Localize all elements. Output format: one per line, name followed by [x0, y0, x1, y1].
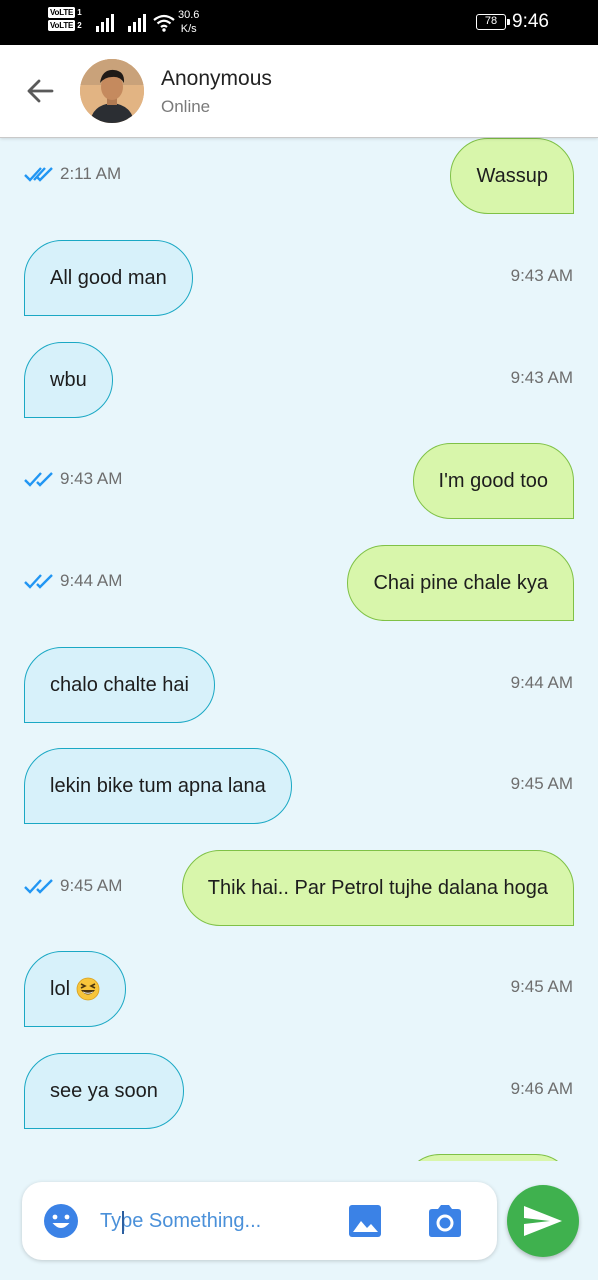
incoming-message[interactable]: lol: [24, 951, 127, 1027]
message-input[interactable]: [100, 1202, 330, 1240]
incoming-message[interactable]: chalo chalte hai: [24, 647, 215, 723]
message-time: 9:45 AM: [24, 876, 122, 896]
signal-2-icon: [128, 14, 146, 32]
message-time: 9:44 AM: [510, 673, 573, 692]
volte-2-label: VoLTE: [48, 20, 76, 31]
message-row: 9:45 AM Thik hai.. Par Petrol tujhe dala…: [0, 850, 598, 928]
message-row-partial: [0, 1154, 598, 1161]
double-check-icon: [24, 879, 53, 894]
incoming-message[interactable]: wbu: [24, 342, 113, 418]
send-button[interactable]: [507, 1185, 579, 1257]
message-time: 9:43 AM: [510, 266, 573, 285]
message-time: 2:11 AM: [24, 164, 121, 184]
chat-header: Anonymous Online: [0, 45, 598, 138]
clock: 9:46: [512, 11, 549, 32]
contact-name[interactable]: Anonymous: [161, 67, 272, 91]
message-row: lol 9:45 AM: [0, 951, 598, 1029]
incoming-message[interactable]: lekin bike tum apna lana: [24, 748, 292, 824]
text-cursor: [122, 1211, 124, 1234]
message-row: see ya soon 9:46 AM: [0, 1053, 598, 1131]
send-icon: [524, 1206, 562, 1236]
double-check-icon: [24, 472, 53, 487]
double-check-icon: [24, 167, 53, 182]
message-time-label: 9:44 AM: [60, 571, 123, 590]
battery-icon: 78: [476, 14, 510, 30]
message-row: lekin bike tum apna lana 9:45 AM: [0, 748, 598, 826]
outgoing-message-partial[interactable]: [402, 1154, 574, 1161]
image-icon[interactable]: [347, 1203, 383, 1239]
contact-status: Online: [161, 97, 211, 116]
message-row: wbu 9:43 AM: [0, 342, 598, 420]
message-text: lol: [50, 977, 71, 1000]
volte-2-sim: 2: [77, 21, 82, 30]
message-time: 9:46 AM: [510, 1079, 573, 1098]
message-row: 9:43 AM I'm good too: [0, 443, 598, 521]
message-time-label: 9:45 AM: [60, 876, 123, 895]
message-list[interactable]: 2:11 AM Wassup All good man 9:43 AM wbu …: [0, 138, 598, 1161]
arrow-back-icon[interactable]: [22, 73, 58, 109]
grinning-squinting-face-icon: [76, 977, 100, 1001]
avatar[interactable]: [80, 59, 144, 123]
message-row: 2:11 AM Wassup: [0, 138, 598, 216]
outgoing-message[interactable]: Chai pine chale kya: [347, 545, 574, 621]
volte-indicator: VoLTE 1 VoLTE 2: [48, 6, 82, 40]
emoji-icon[interactable]: [42, 1202, 80, 1240]
outgoing-message[interactable]: Thik hai.. Par Petrol tujhe dalana hoga: [181, 850, 574, 926]
camera-icon[interactable]: [425, 1203, 465, 1239]
double-check-icon: [24, 574, 53, 589]
outgoing-message[interactable]: Wassup: [450, 138, 574, 214]
message-composer: [22, 1182, 497, 1260]
network-speed-value: 30.6: [178, 9, 200, 21]
message-time-label: 9:43 AM: [60, 469, 123, 488]
status-bar: VoLTE 1 VoLTE 2 30.6 K/s 78 9:46: [0, 0, 598, 45]
network-speed-unit: K/s: [180, 23, 197, 35]
outgoing-message[interactable]: I'm good too: [412, 443, 574, 519]
message-time: 9:45 AM: [510, 774, 573, 793]
signal-1-icon: [96, 14, 114, 32]
message-time-label: 2:11 AM: [60, 164, 122, 183]
volte-1-label: VoLTE: [48, 7, 76, 18]
wifi-icon: [153, 14, 175, 32]
message-time: 9:43 AM: [510, 368, 573, 387]
network-speed: 30.6 K/s: [178, 8, 199, 36]
incoming-message[interactable]: All good man: [24, 240, 193, 316]
message-row: 9:44 AM Chai pine chale kya: [0, 545, 598, 623]
message-time: 9:44 AM: [24, 571, 122, 591]
message-row: All good man 9:43 AM: [0, 240, 598, 318]
message-time: 9:45 AM: [510, 977, 573, 996]
message-time: 9:43 AM: [24, 469, 122, 489]
volte-1-sim: 1: [77, 8, 82, 17]
message-row: chalo chalte hai 9:44 AM: [0, 647, 598, 725]
incoming-message[interactable]: see ya soon: [24, 1053, 184, 1129]
